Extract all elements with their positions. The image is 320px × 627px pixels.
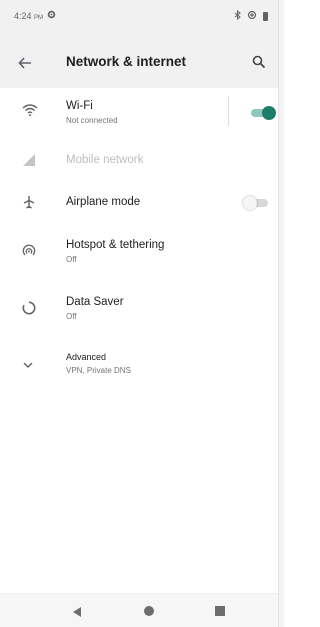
hotspot-subtitle: Off <box>66 255 77 264</box>
chevron-down-icon <box>22 357 42 377</box>
airplane-toggle-thumb <box>243 196 257 210</box>
page-title: Network & internet <box>66 54 187 69</box>
nav-recents-icon[interactable] <box>215 606 225 616</box>
advanced-subtitle: VPN, Private DNS <box>66 366 131 375</box>
data-saver-icon <box>247 10 257 22</box>
nav-home-icon[interactable] <box>144 606 154 616</box>
wifi-row[interactable]: Wi-Fi Not connected <box>0 88 278 136</box>
hotspot-title: Hotspot & tethering <box>66 239 165 251</box>
back-button[interactable] <box>18 52 42 74</box>
airplane-icon <box>22 195 42 215</box>
hotspot-icon <box>22 244 42 264</box>
bluetooth-icon <box>234 9 241 22</box>
wifi-subtitle: Not connected <box>66 116 118 125</box>
airplane-mode-toggle[interactable] <box>243 196 271 210</box>
navigation-bar <box>0 593 278 627</box>
arrow-back-icon <box>18 57 31 69</box>
wifi-toggle-thumb <box>262 106 276 120</box>
settings-screen: 4:24 PM Network & internet Wi-Fi Not con… <box>0 0 284 627</box>
app-bar: Network & internet <box>0 38 278 88</box>
data-saver-icon <box>22 301 42 321</box>
airplane-mode-row[interactable]: Airplane mode <box>0 182 278 224</box>
wifi-divider <box>228 96 229 126</box>
gear-icon <box>47 10 56 22</box>
search-button[interactable] <box>252 52 272 72</box>
signal-icon <box>22 153 42 173</box>
battery-icon <box>263 11 268 21</box>
hotspot-row[interactable]: Hotspot & tethering Off <box>0 228 278 278</box>
advanced-row[interactable]: Advanced VPN, Private DNS <box>0 342 278 388</box>
search-icon <box>252 55 266 69</box>
wifi-icon <box>22 103 42 123</box>
mobile-network-title: Mobile network <box>66 154 144 166</box>
screen-edge <box>278 0 284 627</box>
status-time-value: 4:24 <box>14 11 32 21</box>
status-bar: 4:24 PM <box>0 0 278 38</box>
wifi-toggle[interactable] <box>248 106 276 120</box>
mobile-network-row: Mobile network <box>0 140 278 182</box>
wifi-title: Wi-Fi <box>66 100 93 112</box>
airplane-mode-title: Airplane mode <box>66 196 141 208</box>
advanced-title: Advanced <box>66 352 107 362</box>
data-saver-subtitle: Off <box>66 312 77 321</box>
nav-back-icon[interactable] <box>72 605 82 617</box>
data-saver-title: Data Saver <box>66 296 124 308</box>
status-icons <box>234 9 268 22</box>
status-time: 4:24 PM <box>14 11 43 21</box>
data-saver-row[interactable]: Data Saver Off <box>0 286 278 334</box>
status-time-ampm: PM <box>34 15 44 21</box>
